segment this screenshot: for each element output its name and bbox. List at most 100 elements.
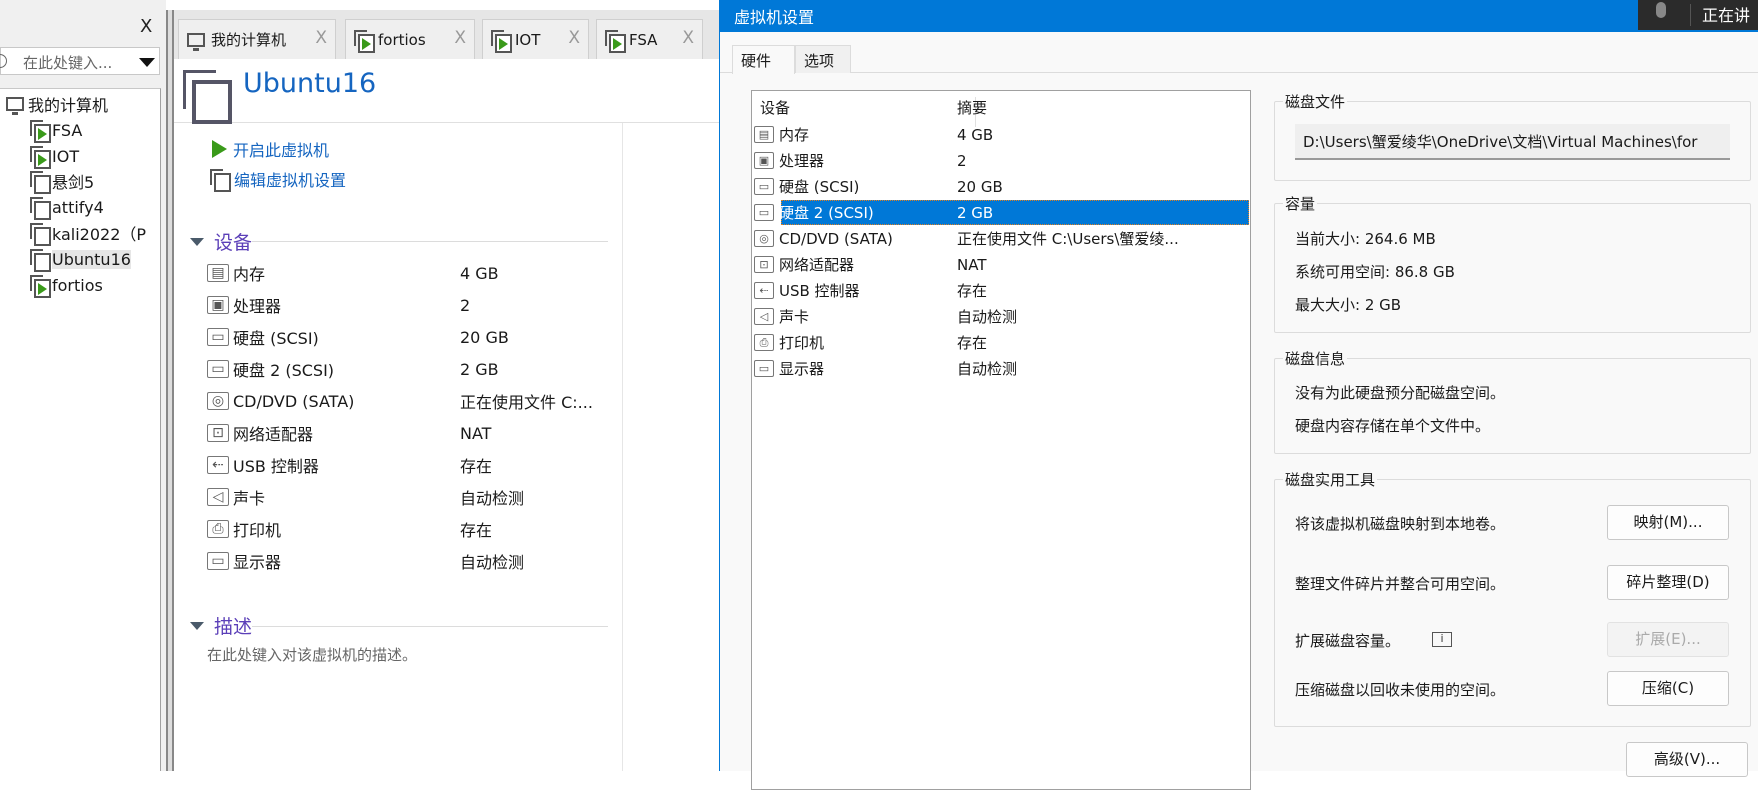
device-name: 处理器 — [779, 152, 825, 170]
expand-description: 扩展磁盘容量。 — [1295, 632, 1401, 650]
description-section-header[interactable]: 描述 — [190, 612, 252, 639]
group-label: 容量 — [1283, 193, 1318, 214]
device-name: USB 控制器 — [779, 282, 860, 300]
disk-info-line: 没有为此硬盘预分配磁盘空间。 — [1295, 384, 1506, 402]
section-title: 设备 — [214, 232, 253, 254]
collapse-triangle-icon — [190, 621, 204, 630]
dialog-title-bar[interactable]: 虚拟机设置 — [720, 0, 1758, 32]
dropdown-arrow-icon[interactable] — [139, 58, 155, 67]
divider — [252, 241, 608, 242]
memory-icon: ▤ — [754, 126, 774, 143]
divider — [622, 123, 623, 771]
device-name: 显示器 — [233, 553, 282, 572]
tab-close-button[interactable]: X — [682, 28, 694, 48]
dialog-title: 虚拟机设置 — [734, 8, 815, 27]
device-list-row[interactable]: ◁ 声卡 自动检测 — [754, 304, 1250, 329]
vm-icon — [30, 223, 51, 246]
device-summary: 4 GB — [957, 125, 994, 144]
device-row[interactable]: ⊡ 网络适配器 NAT — [207, 419, 607, 447]
tab-close-button[interactable]: X — [568, 28, 580, 48]
device-list-row[interactable]: ⎙ 打印机 存在 — [754, 330, 1250, 355]
description-field[interactable]: 在此处键入对该虚拟机的描述。 — [207, 644, 417, 665]
power-on-link[interactable]: 开启此虚拟机 — [212, 137, 329, 161]
device-summary: 自动检测 — [957, 360, 1018, 378]
device-row[interactable]: ▭ 硬盘 2 (SCSI) 2 GB — [207, 355, 607, 383]
tab-close-button[interactable]: X — [315, 28, 327, 48]
library-search-input[interactable]: 在此处键入... — [0, 47, 160, 75]
map-button[interactable]: 映射(M)... — [1607, 505, 1729, 540]
tree-item-iot[interactable]: IOT — [30, 144, 80, 169]
device-name: 网络适配器 — [233, 425, 314, 444]
tab-label: 我的计算机 — [211, 31, 287, 49]
vm-title: Ubuntu16 — [243, 68, 377, 99]
tree-item-kali2022[interactable]: kali2022（P — [30, 221, 147, 246]
device-row[interactable]: ⇠ USB 控制器 存在 — [207, 451, 607, 479]
vm-running-icon — [605, 29, 626, 53]
device-row[interactable]: ◁ 声卡 自动检测 — [207, 483, 607, 511]
tab-my-computer[interactable]: 我的计算机 X — [178, 19, 336, 59]
tab-label: fortios — [378, 30, 426, 49]
tree-item-attify4[interactable]: attify4 — [30, 195, 104, 220]
device-summary: 存在 — [957, 334, 988, 352]
defrag-button[interactable]: 碎片整理(D) — [1607, 565, 1729, 600]
tab-options[interactable]: 选项 — [795, 45, 851, 73]
tab-hardware[interactable]: 硬件 — [732, 45, 795, 74]
device-summary: NAT — [957, 255, 987, 274]
device-value: NAT — [460, 423, 492, 443]
edit-settings-label: 编辑虚拟机设置 — [234, 171, 347, 190]
device-row[interactable]: ▭ 硬盘 (SCSI) 20 GB — [207, 323, 607, 351]
section-title: 描述 — [214, 616, 253, 638]
defrag-description: 整理文件碎片并整合可用空间。 — [1295, 575, 1506, 593]
disk-icon: ▭ — [754, 178, 774, 195]
device-list-row[interactable]: ▭ 硬盘 (SCSI) 20 GB — [754, 174, 1250, 199]
device-row[interactable]: ▭ 显示器 自动检测 — [207, 547, 607, 575]
device-list-row[interactable]: ⇠ USB 控制器 存在 — [754, 278, 1250, 303]
tree-item-ubuntu16[interactable]: Ubuntu16 — [30, 247, 131, 272]
device-row[interactable]: ▣ 处理器 2 — [207, 291, 607, 319]
tab-fortios[interactable]: fortios X — [345, 19, 475, 59]
device-list-row[interactable]: ▤ 内存 4 GB — [754, 122, 1250, 147]
device-summary: 2 GB — [957, 203, 994, 222]
device-list-row[interactable]: ⊡ 网络适配器 NAT — [754, 252, 1250, 277]
device-list-row[interactable]: ◎ CD/DVD (SATA) 正在使用文件 C:\Users\蟹爱绫... — [754, 226, 1250, 251]
tree-item-my-computer[interactable]: 我的计算机 — [6, 92, 108, 116]
tab-label: FSA — [629, 30, 658, 49]
library-close-button[interactable]: X — [140, 16, 152, 37]
divider — [252, 626, 608, 627]
tree-label: IOT — [52, 146, 80, 166]
tab-fsa[interactable]: FSA X — [596, 19, 703, 59]
device-list-row[interactable]: ▣ 处理器 2 — [754, 148, 1250, 173]
tab-iot[interactable]: IOT X — [482, 19, 589, 59]
devices-section-header[interactable]: 设备 — [190, 228, 252, 255]
tree-label: kali2022（P — [52, 225, 147, 244]
tree-item-fsa[interactable]: FSA — [30, 118, 83, 143]
tree-label: FSA — [52, 120, 83, 140]
play-icon — [212, 140, 227, 158]
device-row[interactable]: ⎙ 打印机 存在 — [207, 515, 607, 543]
microphone-icon[interactable] — [1656, 2, 1666, 18]
disk-file-path-field[interactable]: D:\Users\蟹爱绫华\OneDrive\文档\Virtual Machin… — [1295, 124, 1730, 160]
column-header-summary[interactable]: 摘要 — [957, 97, 987, 118]
group-label: 磁盘文件 — [1283, 91, 1348, 112]
tree-item-fortios[interactable]: fortios — [30, 273, 103, 298]
edit-settings-link[interactable]: 编辑虚拟机设置 — [210, 167, 347, 192]
disk-icon: ▭ — [754, 204, 774, 221]
tree-label: fortios — [52, 275, 103, 295]
device-list-row[interactable]: ▭ 硬盘 2 (SCSI) 2 GB — [754, 200, 1250, 225]
printer-icon: ⎙ — [754, 334, 774, 351]
device-row[interactable]: ▤ 内存 4 GB — [207, 259, 607, 287]
advanced-button[interactable]: 高级(V)... — [1626, 742, 1748, 777]
device-name: 内存 — [233, 265, 266, 284]
tree-item-xuanjian5[interactable]: 悬剑5 — [30, 169, 94, 194]
panel-splitter[interactable] — [166, 10, 174, 771]
network-icon: ⊡ — [754, 256, 774, 273]
device-value: 自动检测 — [460, 553, 525, 572]
compact-button[interactable]: 压缩(C) — [1607, 671, 1729, 706]
tab-close-button[interactable]: X — [454, 28, 466, 48]
group-label: 磁盘信息 — [1283, 348, 1348, 369]
column-header-device[interactable]: 设备 — [760, 97, 790, 118]
info-icon[interactable]: i — [1432, 632, 1452, 647]
device-row[interactable]: ◎ CD/DVD (SATA) 正在使用文件 C:... — [207, 387, 607, 415]
device-list-row[interactable]: ▭ 显示器 自动检测 — [754, 356, 1250, 381]
divider — [720, 72, 1758, 73]
